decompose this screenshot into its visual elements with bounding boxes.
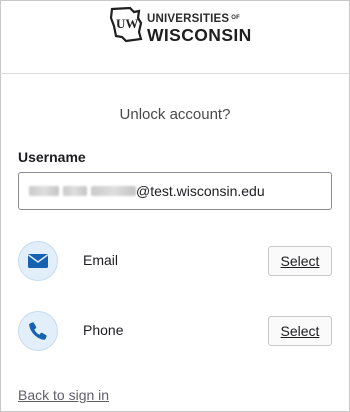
uw-logo: UW UNIVERSITIES OF WISCONSIN: [108, 6, 251, 45]
select-phone-button[interactable]: Select: [268, 316, 332, 346]
email-option: Email Select: [18, 241, 332, 281]
logo-line-2: WISCONSIN: [147, 25, 252, 45]
username-field[interactable]: @test.wisconsin.edu: [18, 172, 332, 210]
phone-option-label: Phone: [83, 322, 124, 338]
username-value: @test.wisconsin.edu: [136, 183, 265, 199]
email-option-label: Email: [83, 252, 119, 268]
wisconsin-state-icon: UW: [109, 6, 143, 43]
logo-line-1: UNIVERSITIES OF: [147, 13, 241, 25]
phone-icon-circle: [18, 311, 58, 351]
phone-option: Phone Select: [18, 311, 332, 351]
logo-mark-text: UW: [116, 16, 138, 31]
back-to-sign-in-link[interactable]: Back to sign in: [18, 387, 109, 403]
envelope-icon: [28, 254, 48, 268]
select-email-button[interactable]: Select: [268, 246, 332, 276]
header: UW UNIVERSITIES OF WISCONSIN: [0, 0, 350, 74]
email-icon-circle: [18, 241, 58, 281]
page-title: Unlock account?: [119, 106, 231, 123]
username-label: Username: [18, 149, 86, 165]
phone-icon: [29, 322, 47, 340]
